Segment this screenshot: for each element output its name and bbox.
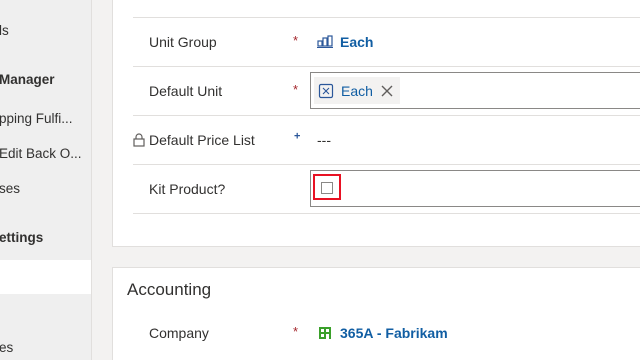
default-unit-value[interactable]: Each: [341, 83, 373, 99]
kit-product-checkbox[interactable]: [321, 182, 333, 194]
company-row: Company * 365A - Fabrikam: [133, 308, 640, 357]
default-unit-lookup[interactable]: Each: [310, 72, 640, 109]
company-value: 365A - Fabrikam: [340, 324, 448, 341]
company-label: Company: [149, 324, 209, 341]
sidebar-item-ls[interactable]: ls: [0, 23, 9, 38]
required-indicator: *: [293, 33, 299, 48]
accounting-card: Accounting Company * 365A - Fabrikam: [112, 267, 640, 360]
close-icon[interactable]: [380, 84, 394, 98]
sidebar-item-ses[interactable]: ses: [0, 181, 20, 196]
default-price-list-label: Default Price List: [149, 132, 255, 148]
kit-product-row: Kit Product?: [133, 165, 640, 214]
default-unit-row: Default Unit * Each: [133, 67, 640, 116]
unit-group-label: Unit Group: [149, 34, 217, 50]
sidebar-group-settings: ettings: [0, 230, 44, 245]
accounting-title: Accounting: [127, 280, 212, 299]
main-content: Unit Group * Each Default Unit * Each De…: [92, 0, 640, 360]
kit-product-field[interactable]: [310, 170, 640, 207]
required-indicator: *: [293, 323, 299, 339]
highlight-box: [313, 174, 341, 200]
default-unit-label: Default Unit: [149, 83, 223, 99]
company-icon: [319, 326, 331, 339]
unit-icon: [318, 83, 334, 98]
unit-group-row: Unit Group * Each: [133, 18, 640, 67]
default-price-list-value[interactable]: ---: [317, 132, 331, 148]
recommended-indicator: +: [294, 130, 301, 143]
default-price-list-row: Default Price List + ---: [133, 116, 640, 165]
sidebar-group-manager: Manager: [0, 72, 55, 87]
lock-icon: [133, 133, 145, 147]
sidebar-item-edit-back-office[interactable]: Edit Back O...: [0, 146, 82, 161]
company-link[interactable]: 365A - Fabrikam: [317, 325, 448, 341]
sidebar-item-shipping-fulfillment[interactable]: pping Fulfi...: [0, 111, 73, 126]
default-unit-tag[interactable]: Each: [314, 77, 400, 104]
left-sidebar: ls Manager pping Fulfi... Edit Back O...…: [0, 0, 92, 360]
kit-product-label: Kit Product?: [149, 181, 226, 197]
sidebar-item-es[interactable]: es: [0, 340, 13, 355]
unit-group-value: Each: [340, 34, 374, 50]
product-details-card: Unit Group * Each Default Unit * Each De…: [112, 0, 640, 247]
unit-group-icon: [317, 35, 333, 48]
sidebar-selected-item[interactable]: [0, 260, 92, 294]
unit-group-link[interactable]: Each: [317, 34, 373, 50]
previous-row: [133, 0, 640, 18]
required-indicator: *: [293, 82, 299, 97]
